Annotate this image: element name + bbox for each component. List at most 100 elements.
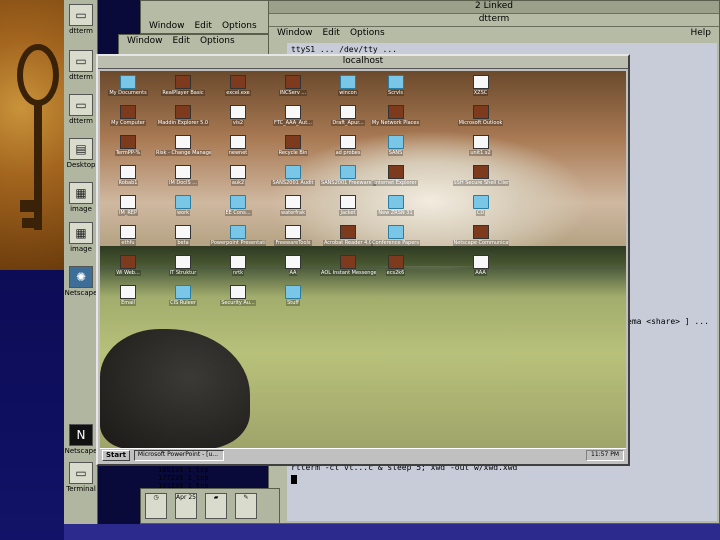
slide-left-lower-band [0, 255, 64, 540]
menu-window[interactable]: Window [127, 36, 163, 48]
app-icon [472, 165, 489, 179]
start-button[interactable]: Start [102, 450, 130, 461]
folder-icon[interactable]: ▰ [205, 493, 227, 519]
desktop-icon-freewaretools[interactable]: FreewareTools [265, 225, 321, 246]
desktop-icon-scrvls[interactable]: Scrvls [368, 75, 424, 96]
folder-icon [340, 75, 356, 89]
menu-options[interactable]: Options [350, 28, 385, 40]
desktop-icon-sans[interactable]: SANS [368, 135, 424, 156]
app-icon [120, 135, 136, 149]
desktop-icon-ethfu[interactable]: ethfu [100, 225, 156, 246]
terminal-icon: ▭ [69, 462, 93, 484]
desktop-icon-label: IM DocIS ... [167, 180, 199, 186]
desktop-icon-netscape-communicator[interactable]: Netscape Communicator [452, 225, 509, 246]
desktop-icon-im-rep[interactable]: IM_REP [100, 195, 156, 216]
desktop-icon-email[interactable]: Email [100, 285, 156, 306]
desktop-icon-im-docis[interactable]: IM DocIS ... [155, 165, 211, 186]
desktop-icon-newnet[interactable]: newnet [210, 135, 266, 156]
desktop-icon-label: Robab1 [117, 180, 139, 186]
desktop-icon-nrtk[interactable]: nrtk [210, 255, 266, 276]
panel-button-dtterm-2[interactable]: ▭ dtterm [66, 50, 96, 88]
desktop-icon-termpp[interactable]: TermPP-% [100, 135, 156, 156]
desktop-icon-label: Netscape Communicator [452, 240, 509, 246]
desktop-icon-sans2001-audit[interactable]: SANS2001 Audit [265, 165, 321, 186]
app-icon [472, 225, 489, 239]
desktop-icon-ssh-secure-shell-client[interactable]: SSH Secure Shell Client [452, 165, 509, 186]
desktop-icon-maddin-explorer-5-0[interactable]: Maddin Explorer 5.0 [155, 105, 211, 126]
desktop-icon-wi-web[interactable]: Wi Web... [100, 255, 156, 276]
desktop-icon-my-computer[interactable]: My Computer [100, 105, 156, 126]
clock-icon[interactable]: ◷ [145, 493, 167, 519]
desktop-icon-beta[interactable]: beta [155, 225, 211, 246]
desktop-icon-excel-exe[interactable]: excel.exe [210, 75, 266, 96]
menu-window[interactable]: Window [277, 28, 313, 40]
desktop-icon-xzsc[interactable]: XZSC [453, 75, 509, 96]
panel-button-terminal[interactable]: ▭ Terminal [66, 462, 96, 500]
desktop-icon-label: Conference Papers [371, 240, 420, 246]
desktop-icon-label: vis2 [231, 120, 245, 126]
panel-button-desktop[interactable]: ▤ Desktop [66, 138, 96, 176]
desktop-icon-label: Scrvls [387, 90, 404, 96]
app-icon [120, 105, 136, 119]
desktop-icon-aa[interactable]: AA [265, 255, 321, 276]
desktop-icon-powerpoint-presentations[interactable]: Powerpoint Presentations [210, 225, 266, 246]
desktop-icon-ftc-aaa-aut[interactable]: FTC_AAA_Aut... [265, 105, 321, 126]
desktop-icon-robab1[interactable]: Robab1 [100, 165, 156, 186]
taskbar-button-powerpoint[interactable]: Microsoft PowerPoint - [u... [133, 450, 224, 461]
menu-edit[interactable]: Edit [323, 28, 340, 40]
desktop-icon-ee-cons[interactable]: EE Cons... [210, 195, 266, 216]
desktop-icon-unit1-s2[interactable]: unit1 s2 [453, 135, 509, 156]
desktop-icon-label: auk2 [230, 180, 246, 186]
panel-button-image-2[interactable]: ▦ image [66, 222, 96, 260]
desktop-icon-ecs2k6[interactable]: ecs2k6 [368, 255, 424, 276]
panel-button-dtterm-1[interactable]: ▭ dtterm [66, 4, 96, 42]
app-icon [387, 255, 404, 269]
desktop-icon-waterfrak[interactable]: waterfrak [265, 195, 321, 216]
desktop-icon-risk-change-management[interactable]: Risk - Change Management... [155, 135, 211, 156]
desktop-icon-realplayer-basic[interactable]: RealPlayer Basic [155, 75, 211, 96]
desktop-icon-label: unit1 s2 [469, 150, 492, 156]
desktop-icon: ▤ [69, 138, 93, 160]
desktop-icon-aaa[interactable]: AAA [453, 255, 509, 276]
pen-icon[interactable]: ✎ [235, 493, 257, 519]
menu-help[interactable]: Help [690, 28, 711, 40]
doc-icon [175, 135, 191, 149]
desktop-icon-conference-papers[interactable]: Conference Papers [368, 225, 424, 246]
desktop-icon-vis2[interactable]: vis2 [210, 105, 266, 126]
desktop-icon-label: ethfu [120, 240, 136, 246]
desktop-icon-internet-explorer[interactable]: Internet Explorer [368, 165, 424, 186]
folder-icon [285, 285, 301, 299]
menu-edit[interactable]: Edit [173, 36, 190, 48]
folder-icon [175, 195, 191, 209]
desktop-icon-new-zrsn-31[interactable]: New ZRSN 31 [368, 195, 424, 216]
system-tray-clock: 11:57 PM [586, 450, 624, 461]
app-icon [175, 75, 191, 89]
menu-options[interactable]: Options [200, 36, 235, 48]
desktop-icon-label: beta [176, 240, 190, 246]
desktop-icon-label: Recycle Bin [277, 150, 309, 156]
panel-button-dtterm-3[interactable]: ▭ dtterm [66, 94, 96, 132]
terminal-line: ema <share> ] ... [627, 317, 709, 326]
desktop-icon-my-network-places[interactable]: My Network Places [368, 105, 424, 126]
desktop-icon-cd[interactable]: CD [453, 195, 509, 216]
calendar-icon[interactable]: Apr 25 [175, 493, 197, 519]
panel-button-image-1[interactable]: ▦ image [66, 182, 96, 220]
desktop-icon-recycle-bin[interactable]: Recycle Bin [265, 135, 321, 156]
netscape-icon: ✺ [69, 266, 93, 288]
desktop-icon-incserv[interactable]: INCServ ... [265, 75, 321, 96]
panel-button-netscape-n[interactable]: N Netscape [65, 424, 97, 462]
doc-icon [340, 135, 356, 149]
desktop-icon-work[interactable]: work [155, 195, 211, 216]
desktop-icon-microsoft-outlook[interactable]: Microsoft Outlook [453, 105, 509, 126]
desktop-icon-cis-ruleer[interactable]: CIS Ruleer [155, 285, 211, 306]
folder-icon [387, 75, 404, 89]
panel-button-netscape[interactable]: ✺ Netscape [65, 266, 97, 304]
folder-icon [472, 195, 489, 209]
desktop-icon-security-au[interactable]: Security Au... [210, 285, 266, 306]
desktop-icon-it-struktur[interactable]: IT Struktur [155, 255, 211, 276]
desktop-icon-auk2[interactable]: auk2 [210, 165, 266, 186]
desktop-icon-stuff[interactable]: Stuff [265, 285, 321, 306]
desktop-icon-label: XZSC [472, 90, 489, 96]
desktop-icon-my-documents[interactable]: My Documents [100, 75, 156, 96]
desktop-icon-label: New ZRSN 31 [377, 210, 414, 216]
